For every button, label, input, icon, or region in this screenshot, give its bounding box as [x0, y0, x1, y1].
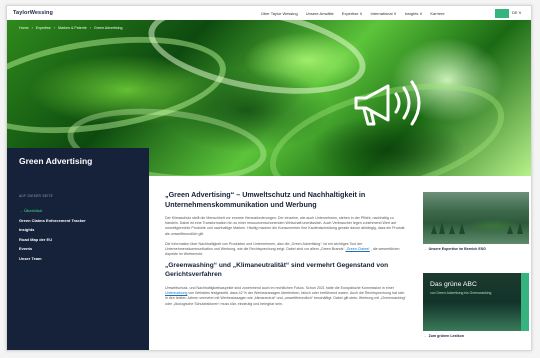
- esg-expertise-link[interactable]: → Unsere Expertise im Bereich ESG: [423, 247, 529, 251]
- green-abc-title: Das grüne ABC: [430, 281, 477, 288]
- green-abc-card[interactable]: Das grüne ABC von Green Advertising bis …: [423, 273, 529, 331]
- nav-link-expertise[interactable]: Expertise ∨: [342, 11, 363, 16]
- accent-bar: [521, 273, 529, 331]
- green-advertising-paragraph: Die Information über Nachhaltigkeit von …: [165, 242, 407, 258]
- on-page-nav-heading: AUF DIESER SEITE: [19, 194, 54, 198]
- esg-expertise-label: Unsere Expertise im Bereich ESG: [428, 247, 486, 251]
- section-heading: „Green Advertising“ – Umweltschutz und N…: [165, 190, 366, 209]
- sidebar-item-team[interactable]: Unser Team: [19, 256, 139, 261]
- forest-image[interactable]: [423, 192, 529, 244]
- nav-link-international[interactable]: International ∨: [371, 11, 397, 16]
- green-claims-link[interactable]: „Green Claims“: [346, 247, 370, 251]
- sidebar-item-events[interactable]: Events: [19, 246, 139, 251]
- hero-title-band: [7, 148, 149, 184]
- nav-link-about[interactable]: Über Taylor Wessing: [261, 11, 298, 16]
- language-selector[interactable]: DE ∨: [512, 10, 522, 15]
- arrow-right-icon: →: [423, 334, 427, 338]
- sidebar-item-overview[interactable]: → Überblick: [19, 208, 139, 213]
- green-lexicon-link[interactable]: → Zum grünen Lexikon: [423, 334, 529, 338]
- intro-paragraph: Der Klimaschutz stellt die Menschheit vo…: [165, 216, 405, 236]
- greenwashing-heading: „Greenwashing“ und „Klimaneutralität“ si…: [165, 262, 389, 279]
- green-lexicon-label: Zum grünen Lexikon: [428, 334, 464, 338]
- sidebar-teasers: → Unsere Expertise im Bereich ESG Das gr…: [423, 192, 529, 338]
- nav-link-lawyers[interactable]: Unsere Anwälte: [306, 11, 334, 16]
- breadcrumb: Home › Expertise › Marken & Patente › Gr…: [19, 26, 123, 30]
- green-abc-subtitle: von Green Advertising bis Greenwashing: [430, 291, 492, 295]
- nav-link-insights[interactable]: Insights ∨: [405, 11, 423, 16]
- top-navigation: TaylorWessing Über Taylor Wessing Unsere…: [7, 6, 531, 20]
- breadcrumb-current: Green Advertising: [93, 26, 123, 30]
- paragraph-text: Die Information über Nachhaltigkeit von …: [165, 241, 363, 252]
- study-link[interactable]: Untersuchung: [165, 291, 187, 295]
- sidebar-item-green-claims-tracker[interactable]: Green Claims Enforcement Tracker: [19, 218, 139, 223]
- tree-shape: [507, 225, 513, 234]
- main-content: „Green Advertising“ – Umweltschutz und N…: [149, 176, 419, 350]
- tree-shape: [459, 223, 465, 234]
- tree-shape: [517, 222, 523, 234]
- sidebar-item-insights[interactable]: Insights: [19, 227, 139, 232]
- paragraph-text: Umweltschutz- und Nachhaltigkeitsaspekte…: [165, 286, 394, 291]
- paragraph-text: von Websites festgestellt, dass 42 % der…: [165, 291, 406, 306]
- breadcrumb-home[interactable]: Home: [19, 26, 29, 30]
- greenwashing-paragraph: Umweltschutz- und Nachhaltigkeitsaspekte…: [165, 286, 407, 307]
- tree-shape: [439, 222, 445, 234]
- tree-shape: [449, 225, 455, 234]
- breadcrumb-separator: ›: [53, 26, 55, 30]
- breadcrumb-trademarks[interactable]: Marken & Patente: [58, 26, 87, 30]
- nav-link-careers[interactable]: Karriere: [430, 11, 444, 16]
- megaphone-icon: [354, 80, 421, 126]
- arrow-right-icon: →: [423, 247, 427, 251]
- sidebar-item-road-map[interactable]: Road Map der EU: [19, 237, 139, 242]
- on-page-navigation: AUF DIESER SEITE → Überblick Green Claim…: [7, 184, 149, 350]
- breadcrumb-separator: ›: [89, 26, 91, 30]
- page-title: Green Advertising: [19, 156, 93, 166]
- tree-shape: [431, 225, 437, 234]
- search-button[interactable]: [495, 9, 509, 18]
- browser-frame: TaylorWessing Über Taylor Wessing Unsere…: [6, 5, 532, 351]
- breadcrumb-separator: ›: [31, 26, 33, 30]
- taylor-wessing-logo[interactable]: TaylorWessing: [13, 10, 53, 16]
- breadcrumb-expertise[interactable]: Expertise: [36, 26, 51, 30]
- main-menu: Über Taylor Wessing Unsere Anwälte Exper…: [261, 6, 445, 20]
